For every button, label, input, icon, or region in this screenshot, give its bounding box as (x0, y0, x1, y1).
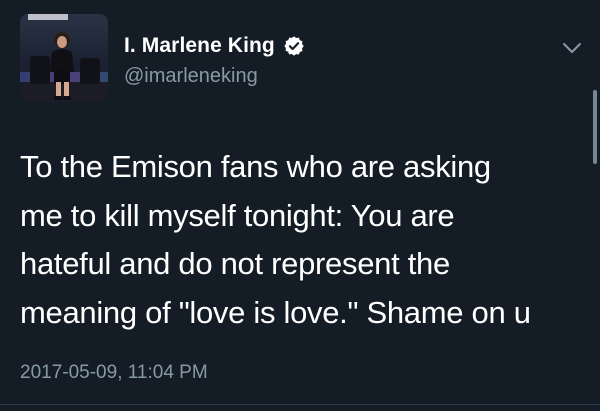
scrollbar[interactable] (593, 90, 597, 164)
divider (0, 404, 600, 405)
chevron-down-icon[interactable] (560, 38, 584, 58)
author-handle[interactable]: @imarleneking (124, 65, 258, 88)
verified-badge-icon (284, 36, 304, 56)
tweet-timestamp[interactable]: 2017-05-09, 11:04 PM (20, 362, 208, 384)
profile-photo-icon (20, 14, 108, 102)
author-display-name[interactable]: I. Marlene King (124, 34, 275, 58)
tweet-card: I. Marlene King @imarleneking To the Emi… (0, 0, 600, 411)
avatar[interactable] (20, 14, 108, 102)
author-name-row[interactable]: I. Marlene King (124, 34, 305, 58)
tweet-text: To the Emison fans who are asking me to … (20, 149, 531, 330)
